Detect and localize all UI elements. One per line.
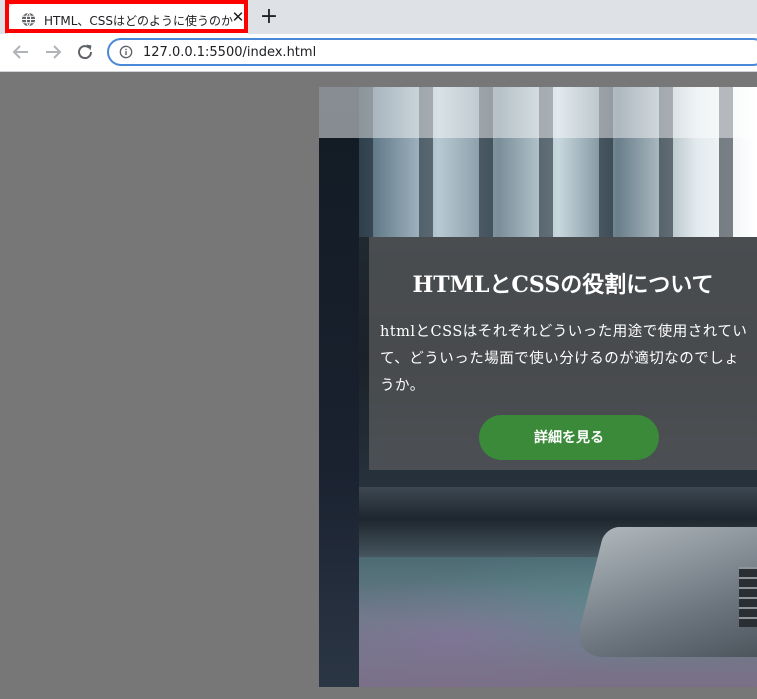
card-body-text: htmlとCSSはそれぞれどういった用途で使用されていて、どういった場面で使い分…	[380, 324, 748, 394]
info-icon[interactable]	[119, 45, 133, 59]
hero-laptop	[572, 527, 757, 657]
tab-title: HTML、CSSはどのように使うのか	[44, 14, 234, 28]
hero-top-band	[319, 87, 757, 138]
reload-icon[interactable]	[73, 40, 97, 64]
globe-icon	[21, 12, 36, 27]
browser-toolbar: 127.0.0.1:5500/index.html	[0, 34, 757, 72]
card-title: HTMLとCSSの役割について	[412, 272, 714, 298]
address-bar[interactable]: 127.0.0.1:5500/index.html	[107, 38, 757, 66]
hero-card: HTMLとCSSの役割について htmlとCSSはそれぞれどういった用途で使用さ…	[369, 237, 757, 470]
arrow-left-icon[interactable]	[9, 40, 33, 64]
hero-left-band	[319, 138, 359, 687]
browser-tab[interactable]: HTML、CSSはどのように使うのか ✕	[8, 4, 248, 34]
hero-laptop-keyboard	[739, 567, 757, 627]
tab-close-button[interactable]: ✕	[231, 10, 245, 25]
tab-strip: HTML、CSSはどのように使うのか ✕ +	[0, 0, 757, 34]
view-details-button[interactable]: 詳細を見る	[479, 415, 659, 460]
url-text[interactable]: 127.0.0.1:5500/index.html	[143, 45, 316, 60]
arrow-right-icon[interactable]	[41, 40, 65, 64]
new-tab-button[interactable]: +	[258, 6, 280, 28]
